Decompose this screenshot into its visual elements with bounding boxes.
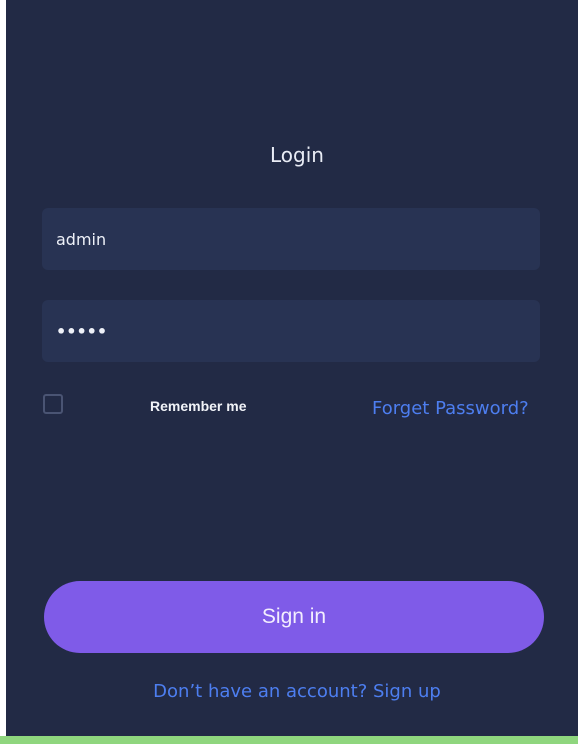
bottom-accent-bar xyxy=(0,736,578,744)
sign-in-button[interactable]: Sign in xyxy=(44,581,544,653)
remember-label: Remember me xyxy=(150,398,247,414)
page-title: Login xyxy=(270,143,324,167)
password-value: ••••• xyxy=(56,321,108,341)
sign-up-link[interactable]: Don’t have an account? Sign up xyxy=(6,681,578,702)
username-input[interactable]: admin xyxy=(42,208,540,270)
password-input[interactable]: ••••• xyxy=(42,300,540,362)
username-value: admin xyxy=(56,229,107,249)
remember-checkbox[interactable] xyxy=(43,394,63,414)
login-panel: Login admin ••••• Remember me Forget Pas… xyxy=(6,0,578,736)
forget-password-link[interactable]: Forget Password? xyxy=(372,398,529,419)
sign-in-label: Sign in xyxy=(261,605,327,628)
